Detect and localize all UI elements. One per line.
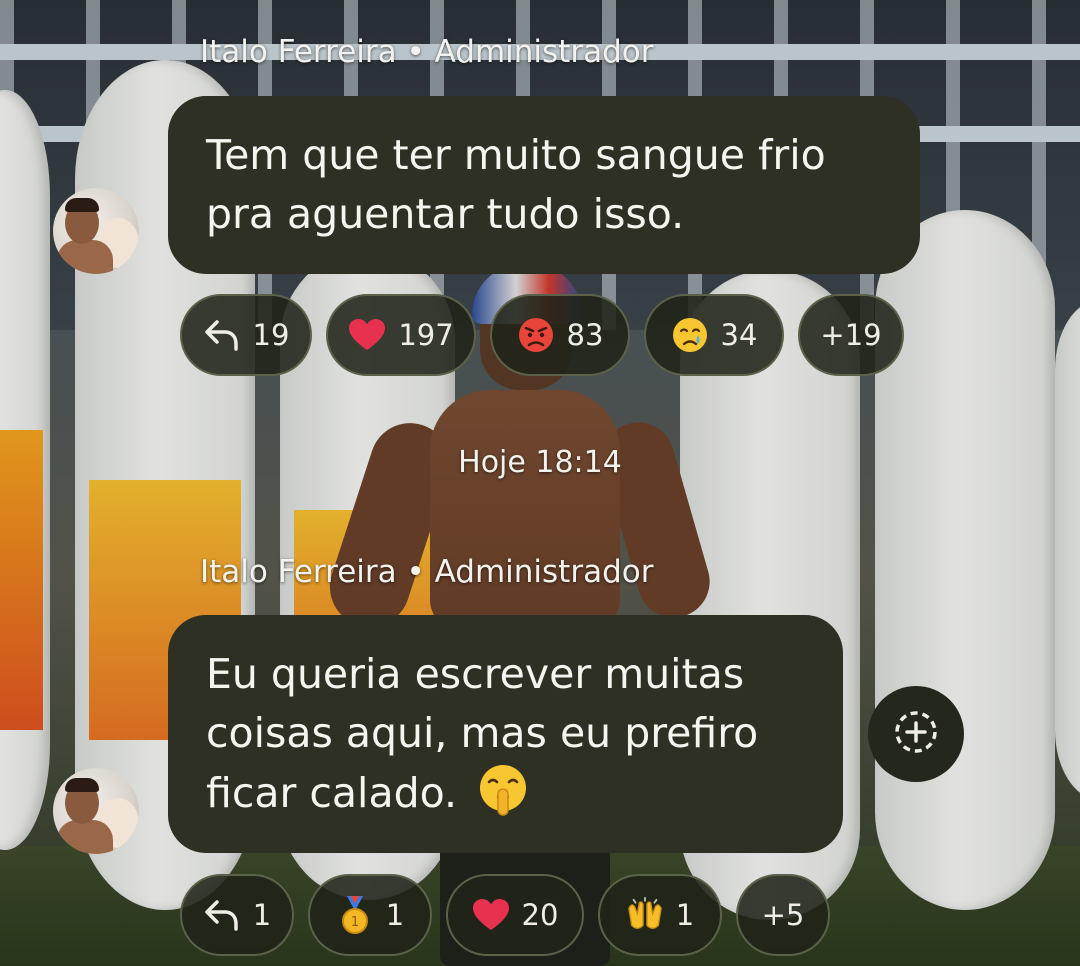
reaction-chip-raising-hands[interactable]: 1 [598,874,722,956]
medal-icon: 1 [336,896,374,934]
reaction-count: 197 [398,318,454,352]
reaction-count: 1 [252,898,272,932]
reply-count-chip[interactable]: 19 [180,294,312,376]
angry-face-icon [517,316,555,354]
more-reactions-chip[interactable]: +5 [736,874,830,956]
message-sender[interactable]: Italo Ferreira • Administrador [200,32,653,72]
more-reactions-count: +19 [820,318,882,352]
reply-icon [203,316,241,354]
reaction-chip-medal[interactable]: 1 1 [308,874,432,956]
reaction-count: 20 [521,898,559,932]
reaction-chip-heart[interactable]: 20 [446,874,584,956]
raising-hands-icon [626,896,664,934]
heart-icon [348,316,386,354]
message-bubble[interactable]: Tem que ter muito sangue frio pra aguent… [168,96,920,274]
add-reaction-button[interactable] [868,686,964,782]
reaction-count: 19 [252,318,290,352]
message-sender[interactable]: Italo Ferreira • Administrador [200,552,653,592]
add-reaction-icon [891,707,941,761]
reply-count-chip[interactable]: 1 [180,874,294,956]
reaction-count: 1 [385,898,405,932]
message-text-line: Tem que ter muito sangue frio [206,131,826,179]
crying-face-icon [671,316,709,354]
reaction-chip-angry[interactable]: 83 [490,294,630,376]
reaction-count: 1 [675,898,695,932]
message-text-line: pra aguentar tudo isso. [206,190,685,238]
message-text-line: coisas aqui, mas eu prefiro [206,709,759,757]
message-text-line: Eu queria escrever muitas [206,650,745,698]
date-separator: Hoje 18:14 [458,445,622,480]
message-text-line: ficar calado. [206,769,457,817]
reaction-bar: 19 197 83 34 +19 [180,294,904,378]
more-reactions-count: +5 [761,898,805,932]
reply-icon [203,896,241,934]
reaction-count: 34 [720,318,758,352]
reaction-chip-crying[interactable]: 34 [644,294,784,376]
heart-icon [472,896,510,934]
sender-avatar[interactable] [53,188,139,274]
shushing-face-icon [476,763,530,817]
reaction-chip-heart[interactable]: 197 [326,294,476,376]
more-reactions-chip[interactable]: +19 [798,294,904,376]
reaction-count: 83 [566,318,604,352]
svg-text:1: 1 [351,915,359,930]
reaction-bar: 1 1 1 20 1 +5 [180,874,830,958]
sender-avatar[interactable] [53,768,139,854]
message-bubble[interactable]: Eu queria escrever muitas coisas aqui, m… [168,615,843,853]
